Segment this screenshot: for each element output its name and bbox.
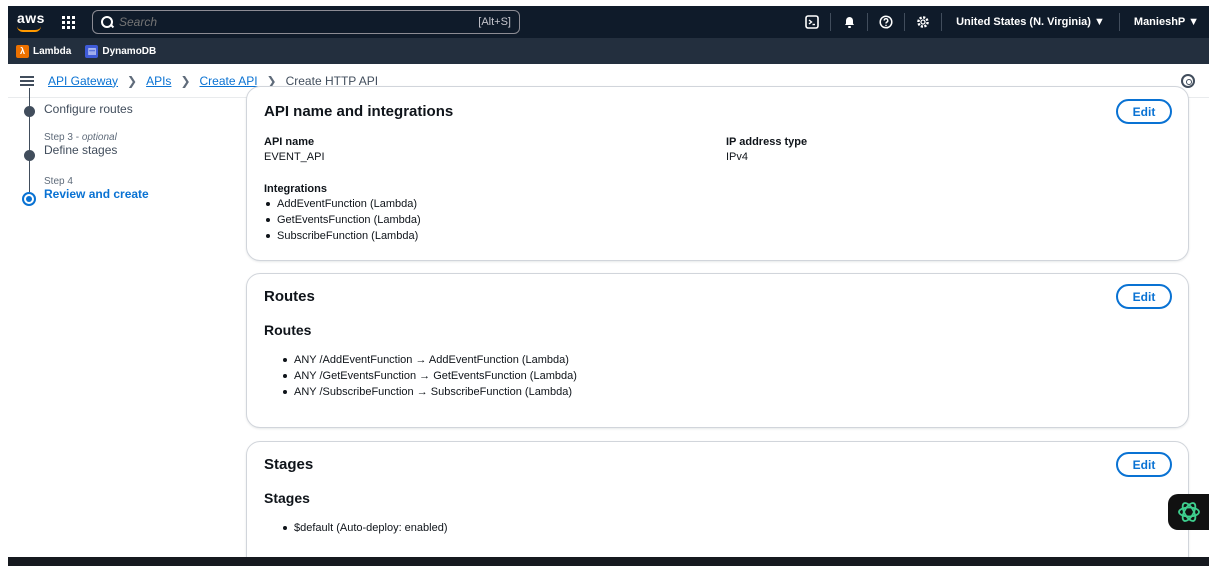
list-item: AddEventFunction (Lambda) (264, 196, 421, 212)
section-title: Stages (264, 456, 314, 473)
step-label: Define stages (44, 143, 118, 157)
chevron-right-icon: ❯ (127, 73, 138, 88)
api-name-integrations-container: API name and integrations Edit API name … (246, 86, 1189, 261)
section-subtitle: Stages (264, 490, 310, 506)
assistant-launcher[interactable] (1168, 494, 1209, 530)
api-name-label: API name (264, 136, 315, 148)
chevron-right-icon: ❯ (180, 73, 191, 88)
top-navigation: aws [Alt+S] United States (N. Virginia) … (8, 6, 1209, 38)
step-meta: Step 4 (44, 176, 73, 187)
aws-logo-text: aws (17, 10, 45, 26)
step-review-and-create[interactable]: Step 4 Review and create (22, 176, 222, 216)
step-dot-icon (24, 150, 35, 161)
services-grid-icon[interactable] (54, 6, 82, 38)
edit-stages-button[interactable]: Edit (1116, 452, 1172, 477)
edit-api-button[interactable]: Edit (1116, 99, 1172, 124)
settings-gear-icon[interactable] (909, 6, 937, 38)
section-title: Routes (264, 288, 315, 305)
wizard-steps: Configure routes Step 3 - optional Defin… (22, 88, 222, 216)
lambda-icon: λ (16, 44, 29, 58)
list-item: SubscribeFunction (Lambda) (264, 228, 421, 244)
nav-separator (1118, 13, 1120, 31)
integrations-list: AddEventFunction (Lambda) GetEventsFunct… (264, 196, 421, 244)
nav-separator (867, 13, 869, 31)
assistant-knot-icon (1177, 502, 1200, 522)
list-item: $default (Auto-deploy: enabled) (281, 520, 448, 536)
region-selector[interactable]: United States (N. Virginia) ▼ (946, 16, 1115, 28)
breadcrumb-apis[interactable]: APIs (146, 74, 171, 88)
step-define-stages[interactable]: Step 3 - optional Define stages (22, 132, 222, 176)
step-meta: Step 3 - optional (44, 132, 117, 143)
api-name-value: EVENT_API (264, 151, 325, 163)
step-connector (29, 176, 30, 192)
aws-logo[interactable]: aws (8, 6, 54, 38)
notifications-bell-icon[interactable] (835, 6, 863, 38)
user-menu[interactable]: ManieshP ▼ (1124, 16, 1209, 28)
breadcrumb-create-api[interactable]: Create API (200, 74, 258, 88)
nav-separator (830, 13, 832, 31)
nav-separator (904, 13, 906, 31)
favorites-bar: λ Lambda ▤ DynamoDB (8, 38, 1209, 64)
ip-type-value: IPv4 (726, 151, 749, 163)
edit-routes-button[interactable]: Edit (1116, 284, 1172, 309)
list-item: GetEventsFunction (Lambda) (264, 212, 421, 228)
dynamodb-icon: ▤ (85, 44, 99, 58)
step-label: Configure routes (44, 102, 133, 116)
routes-list: ANY /AddEventFunction → AddEventFunction… (281, 352, 577, 400)
nav-separator (941, 13, 943, 31)
list-item: ANY /AddEventFunction → AddEventFunction… (281, 352, 577, 368)
stages-container: Stages Edit Stages $default (Auto-deploy… (246, 441, 1189, 566)
cloudshell-icon[interactable] (798, 6, 826, 38)
favorite-lambda[interactable]: λ Lambda (16, 44, 72, 58)
search-bar[interactable]: [Alt+S] (92, 10, 520, 34)
step-label: Review and create (44, 187, 149, 201)
step-configure-routes[interactable]: Configure routes (22, 88, 222, 132)
step-active-radio-icon (22, 192, 36, 206)
nav-right-group: United States (N. Virginia) ▼ ManieshP ▼ (798, 6, 1209, 38)
integrations-label: Integrations (264, 183, 327, 195)
aws-smile-icon (17, 26, 41, 32)
section-title: API name and integrations (264, 103, 454, 120)
favorite-label: Lambda (33, 45, 72, 57)
help-icon[interactable] (872, 6, 900, 38)
list-item: ANY /SubscribeFunction → SubscribeFuncti… (281, 384, 577, 400)
search-shortcut: [Alt+S] (478, 16, 511, 28)
search-input[interactable] (119, 15, 479, 29)
breadcrumb-api-gateway[interactable]: API Gateway (48, 74, 118, 88)
list-item: ANY /GetEventsFunction → GetEventsFuncti… (281, 368, 577, 384)
step-dot-icon (24, 106, 35, 117)
ip-type-label: IP address type (726, 136, 808, 148)
stages-list: $default (Auto-deploy: enabled) (281, 520, 448, 536)
menu-hamburger-icon[interactable] (20, 74, 34, 88)
search-icon (101, 16, 113, 28)
routes-container: Routes Edit Routes ANY /AddEventFunction… (246, 273, 1189, 428)
section-subtitle: Routes (264, 322, 312, 338)
page-settings-icon[interactable] (1181, 74, 1195, 88)
favorite-dynamodb[interactable]: ▤ DynamoDB (85, 44, 157, 58)
favorite-label: DynamoDB (102, 45, 157, 57)
footer-bar (8, 557, 1209, 566)
